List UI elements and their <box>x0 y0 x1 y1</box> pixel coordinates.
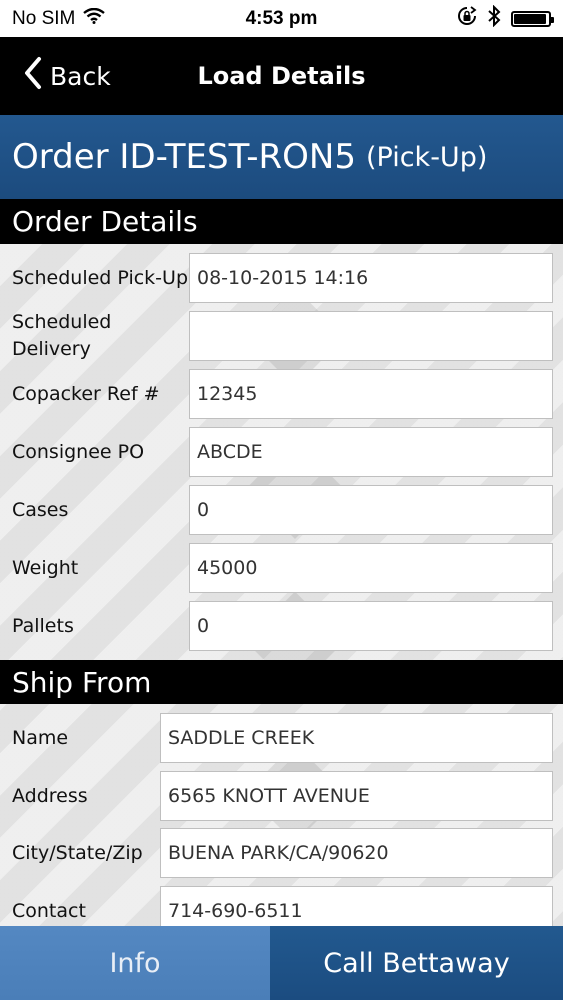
tab-bar: Info Call Bettaway <box>0 926 563 1000</box>
label-consignee-po: Consignee PO <box>12 440 145 463</box>
label-name: Name <box>12 726 69 749</box>
label-pallets: Pallets <box>12 614 74 637</box>
label-address: Address <box>12 784 88 807</box>
label-scheduled-delivery: Scheduled Delivery <box>12 311 112 360</box>
order-title: Order ID-TEST-RON5 <box>12 137 356 177</box>
label-cases: Cases <box>12 498 69 521</box>
city-state-zip-field[interactable] <box>160 828 553 878</box>
row-cases: Cases <box>0 485 563 543</box>
label-city-state-zip: City/State/Zip <box>12 841 143 864</box>
status-left: No SIM <box>12 7 106 30</box>
row-scheduled-pickup: Scheduled Pick-Up <box>0 253 563 311</box>
status-bar: No SIM 4:53 pm <box>0 0 563 37</box>
weight-field[interactable] <box>189 543 553 593</box>
row-consignee-po: Consignee PO <box>0 427 563 485</box>
wifi-icon <box>83 7 106 30</box>
label-scheduled-pickup: Scheduled Pick-Up <box>12 266 189 289</box>
label-copacker-ref: Copacker Ref # <box>12 382 160 405</box>
order-details-header: Order Details <box>0 199 563 244</box>
carrier-label: No SIM <box>12 7 76 29</box>
order-type: (Pick-Up) <box>365 141 488 173</box>
copacker-ref-field[interactable] <box>189 369 553 419</box>
row-copacker-ref: Copacker Ref # <box>0 369 563 427</box>
chevron-left-icon <box>24 56 42 96</box>
tab-info-label: Info <box>109 947 161 979</box>
label-weight: Weight <box>12 556 79 579</box>
orientation-lock-icon <box>457 5 477 32</box>
bluetooth-icon <box>487 4 501 33</box>
name-field[interactable] <box>160 713 553 763</box>
consignee-po-field[interactable] <box>189 427 553 477</box>
battery-fill <box>514 13 547 24</box>
order-header: Order ID-TEST-RON5 (Pick-Up) <box>0 115 563 199</box>
row-scheduled-delivery: Scheduled Delivery <box>0 311 563 369</box>
battery-icon <box>511 10 554 27</box>
row-address: Address <box>0 771 563 829</box>
row-pallets: Pallets <box>0 601 563 659</box>
pallets-field[interactable] <box>189 601 553 651</box>
row-city-state-zip: City/State/Zip <box>0 828 563 886</box>
ship-from-title: Ship From <box>12 665 152 699</box>
status-right <box>457 4 554 33</box>
row-weight: Weight <box>0 543 563 601</box>
ship-from-header: Ship From <box>0 660 563 704</box>
tab-info[interactable]: Info <box>0 926 270 1000</box>
scheduled-pickup-field[interactable] <box>189 253 553 303</box>
scheduled-delivery-field[interactable] <box>189 311 553 361</box>
tab-call-bettaway[interactable]: Call Bettaway <box>270 926 563 1000</box>
nav-bar: Back Load Details <box>0 37 563 115</box>
back-button[interactable]: Back <box>24 55 111 97</box>
row-name: Name <box>0 713 563 771</box>
back-label: Back <box>50 61 111 91</box>
cases-field[interactable] <box>189 485 553 535</box>
order-details-title: Order Details <box>12 205 198 238</box>
tab-call-label: Call Bettaway <box>323 947 510 979</box>
address-field[interactable] <box>160 771 553 821</box>
